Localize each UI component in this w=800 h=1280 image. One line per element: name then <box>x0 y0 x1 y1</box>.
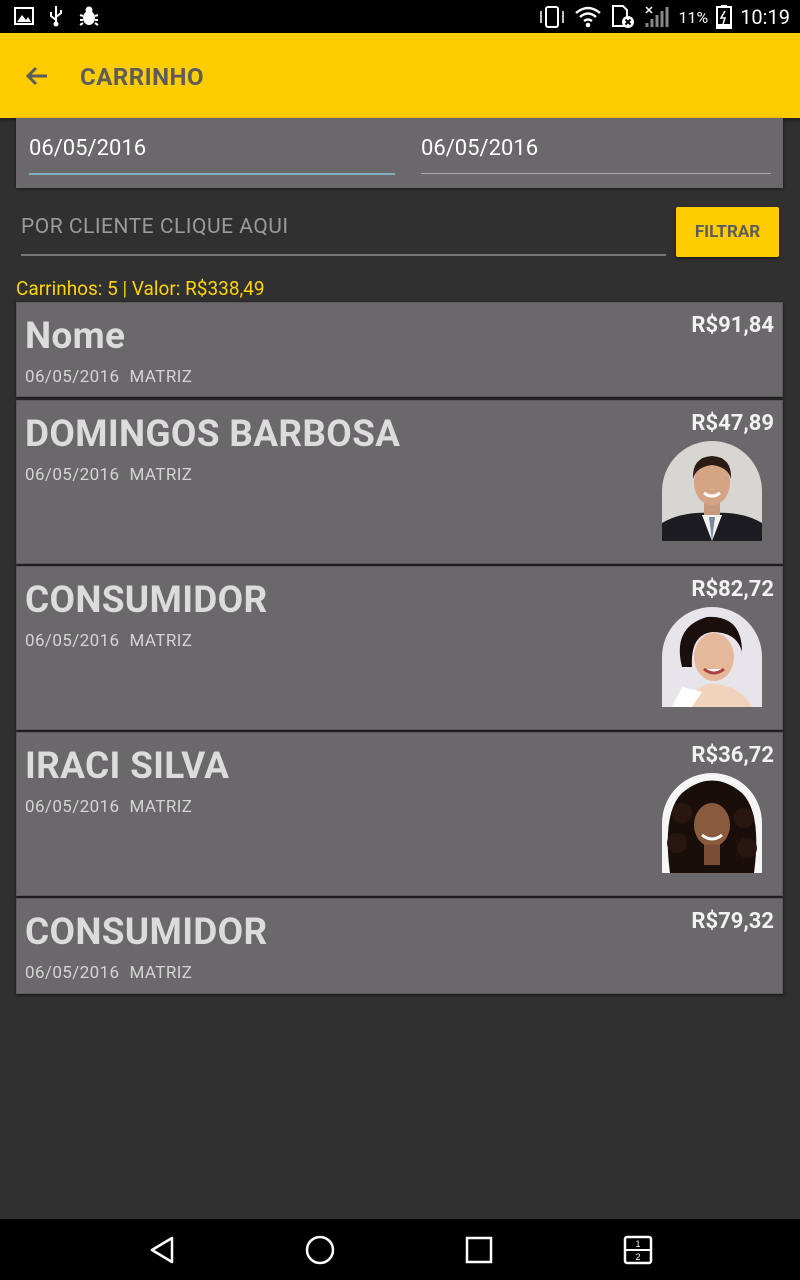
status-bar: 11% 10:19 <box>0 0 800 33</box>
date-from-field[interactable]: 06/05/2016 <box>29 136 146 161</box>
date-range-card: 06/05/2016 06/05/2016 <box>16 118 783 188</box>
cart-item[interactable]: IRACI SILVA 06/05/2016 MATRIZ R$36,72 <box>16 732 783 896</box>
client-avatar <box>662 773 762 873</box>
cart-summary: Carrinhos: 5 | Valor: R$338,49 <box>16 277 265 300</box>
date-to-field[interactable]: 06/05/2016 <box>421 136 538 161</box>
wifi-icon <box>575 6 602 28</box>
cart-value: R$91,84 <box>691 313 774 338</box>
date-from-underline <box>29 173 395 175</box>
back-triangle-icon[interactable] <box>146 1234 178 1266</box>
cart-client-name: CONSUMIDOR <box>25 911 268 954</box>
cart-store: MATRIZ <box>129 631 193 651</box>
filter-button[interactable]: FILTRAR <box>676 207 779 257</box>
recents-square-icon[interactable] <box>463 1234 495 1266</box>
cart-date: 06/05/2016 <box>25 367 120 387</box>
cart-meta: 06/05/2016 MATRIZ <box>25 963 202 983</box>
date-to-underline <box>421 173 771 174</box>
cart-store: MATRIZ <box>129 797 193 817</box>
cart-item[interactable]: DOMINGOS BARBOSA 06/05/2016 MATRIZ R$47,8… <box>16 400 783 564</box>
home-circle-icon[interactable] <box>304 1234 336 1266</box>
cart-client-name: DOMINGOS BARBOSA <box>25 413 401 456</box>
client-avatar <box>662 607 762 707</box>
cart-item[interactable]: Nome 06/05/2016 MATRIZ R$91,84 <box>16 302 783 397</box>
cart-value: R$79,32 <box>691 909 774 934</box>
cart-store: MATRIZ <box>129 465 193 485</box>
svg-text:2: 2 <box>635 1252 640 1262</box>
clock: 10:19 <box>740 5 790 29</box>
cart-item[interactable]: CONSUMIDOR 06/05/2016 MATRIZ R$82,72 <box>16 566 783 730</box>
cart-meta: 06/05/2016 MATRIZ <box>25 797 202 817</box>
cart-store: MATRIZ <box>129 367 193 387</box>
cart-meta: 06/05/2016 MATRIZ <box>25 465 202 485</box>
cart-meta: 06/05/2016 MATRIZ <box>25 631 202 651</box>
image-icon <box>14 7 34 25</box>
cart-client-name: IRACI SILVA <box>25 745 230 788</box>
cart-value: R$47,89 <box>691 411 774 436</box>
page-title: CARRINHO <box>80 63 205 91</box>
svg-text:1: 1 <box>635 1239 640 1249</box>
cart-value: R$36,72 <box>691 743 774 768</box>
bug-icon <box>79 6 99 26</box>
app-bar: CARRINHO <box>0 33 800 118</box>
rotation-lock-icon <box>540 6 565 28</box>
cart-item[interactable]: CONSUMIDOR 06/05/2016 MATRIZ R$79,32 <box>16 898 783 994</box>
cart-date: 06/05/2016 <box>25 631 120 651</box>
cart-store: MATRIZ <box>129 963 193 983</box>
cart-date: 06/05/2016 <box>25 797 120 817</box>
sim-error-icon <box>612 5 635 28</box>
cart-client-name: CONSUMIDOR <box>25 579 268 622</box>
client-search-input[interactable]: POR CLIENTE CLIQUE AQUI <box>21 215 666 256</box>
system-nav-bar: 12 <box>0 1219 800 1280</box>
cart-date: 06/05/2016 <box>25 963 120 983</box>
battery-percentage: 11% <box>678 7 709 27</box>
cart-meta: 06/05/2016 MATRIZ <box>25 367 202 387</box>
back-arrow-icon[interactable] <box>22 61 52 91</box>
client-avatar <box>662 441 762 541</box>
cart-client-name: Nome <box>25 315 126 358</box>
cart-date: 06/05/2016 <box>25 465 120 485</box>
signal-icon <box>645 6 669 27</box>
multiwindow-icon[interactable]: 12 <box>622 1234 654 1266</box>
client-search-underline <box>21 254 666 256</box>
cart-value: R$82,72 <box>691 577 774 602</box>
usb-icon <box>50 6 62 27</box>
battery-icon <box>716 5 733 29</box>
client-search-placeholder: POR CLIENTE CLIQUE AQUI <box>21 215 289 239</box>
